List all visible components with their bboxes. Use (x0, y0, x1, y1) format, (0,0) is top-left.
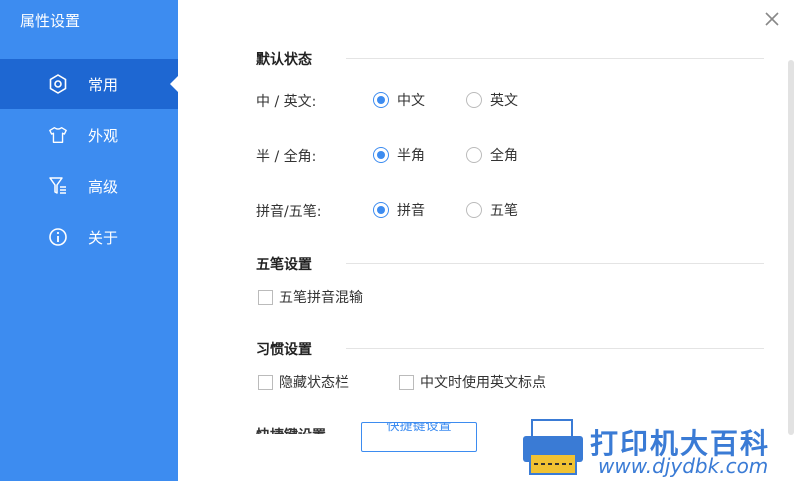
info-icon (48, 227, 68, 247)
row-label-input-method: 拼音/五笔: (256, 204, 322, 220)
sidebar-item-about[interactable]: 关于 (0, 212, 178, 262)
scrollbar[interactable] (786, 40, 796, 480)
active-indicator (170, 76, 178, 92)
radio-full-width[interactable]: 全角 (466, 145, 518, 165)
radio-english[interactable]: 英文 (466, 90, 518, 110)
sidebar-item-label: 外观 (88, 126, 119, 145)
settings-content: 默认状态 中 / 英文: 中文 英文 半 / 全角: 半角 全角 拼音/五笔: … (178, 0, 786, 481)
scroll-thumb[interactable] (788, 60, 794, 435)
checkbox-hide-status-bar[interactable]: 隐藏状态栏 (258, 372, 349, 392)
gear-icon (48, 74, 68, 94)
row-label-lang: 中 / 英文: (256, 94, 317, 110)
sidebar-title: 属性设置 (20, 12, 81, 30)
radio-pinyin[interactable]: 拼音 (373, 200, 425, 220)
sidebar-item-common[interactable]: 常用 (0, 59, 178, 109)
section-title-wubi: 五笔设置 (256, 257, 312, 273)
checkbox-wubi-pinyin-mix[interactable]: 五笔拼音混输 (258, 287, 363, 307)
sidebar-item-advanced[interactable]: 高级 (0, 161, 178, 211)
section-divider (346, 263, 764, 264)
radio-wubi[interactable]: 五笔 (466, 200, 518, 220)
checkbox-english-punctuation[interactable]: 中文时使用英文标点 (399, 372, 546, 392)
section-divider (346, 348, 764, 349)
tshirt-icon (48, 125, 68, 145)
sidebar-item-label: 常用 (88, 75, 119, 94)
hotkey-settings-button[interactable]: 快捷键设置 (361, 422, 477, 452)
section-divider (346, 58, 764, 59)
filter-icon (48, 176, 68, 196)
sidebar-item-label: 关于 (88, 228, 119, 247)
sidebar-item-appearance[interactable]: 外观 (0, 110, 178, 160)
radio-chinese[interactable]: 中文 (373, 90, 425, 110)
radio-half-width[interactable]: 半角 (373, 145, 425, 165)
section-title-habit: 习惯设置 (256, 342, 312, 358)
sidebar: 属性设置 常用 外观 高级 关于 (0, 0, 178, 481)
settings-window: 属性设置 常用 外观 高级 关于 默认状态 中 / 英文: 中文 英文 半 / … (0, 0, 800, 481)
row-label-width: 半 / 全角: (256, 149, 317, 165)
section-title-default-state: 默认状态 (256, 52, 312, 68)
section-title-hotkey: 快捷键设置 (256, 424, 326, 434)
sidebar-item-label: 高级 (88, 177, 119, 196)
